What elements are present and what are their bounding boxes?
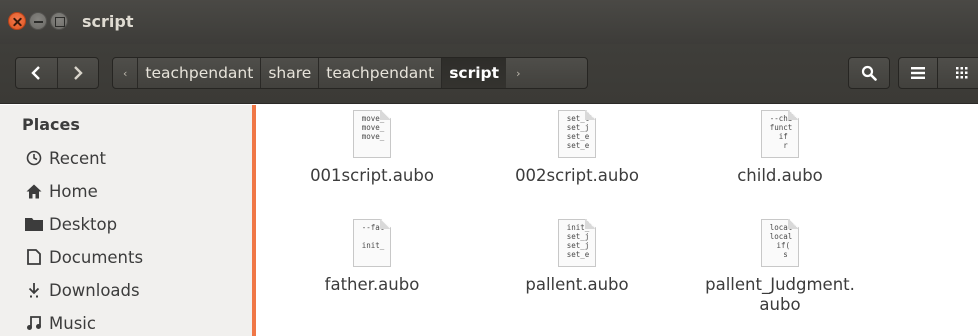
minimize-window-button[interactable] [29, 12, 47, 30]
sidebar-item-label: Home [49, 181, 98, 201]
sidebar-header-places: Places [22, 115, 80, 134]
sidebar-item-desktop[interactable]: Desktop [24, 211, 117, 237]
sidebar-item-recent[interactable]: Recent [24, 145, 106, 171]
file-item-001script[interactable]: move_ move_ move_ 001script.aubo [277, 110, 467, 186]
sidebar-item-label: Recent [49, 148, 107, 168]
search-icon [861, 65, 877, 81]
hamburger-menu-icon [911, 67, 925, 79]
breadcrumb-teachpendant-2[interactable]: teachpendant [318, 58, 441, 88]
file-view: move_ move_ move_ 001script.aubo set_t s… [260, 105, 978, 336]
file-name: pallent_Judgment. aubo [705, 275, 855, 314]
sidebar: Places Recent Home Desktop Documents Dow… [0, 105, 256, 336]
file-name: 001script.aubo [310, 166, 434, 185]
breadcrumb-share[interactable]: share [260, 58, 318, 88]
text-file-icon: move_ move_ move_ [353, 110, 391, 158]
file-item-pallent-judgment[interactable]: local local if( s pallent_Judgment. aubo [685, 219, 875, 315]
grid-icon [956, 67, 968, 79]
maximize-window-button[interactable] [50, 12, 68, 30]
file-name: father.aubo [324, 275, 420, 294]
file-item-002script[interactable]: set_t set_j set_e set_e 002script.aubo [482, 110, 672, 186]
file-item-pallent[interactable]: init_ set_j set_j set_e pallent.aubo [482, 219, 672, 295]
chevron-left-icon [31, 66, 41, 80]
file-name: pallent.aubo [525, 275, 629, 294]
sidebar-item-home[interactable]: Home [24, 178, 98, 204]
sidebar-item-label: Downloads [49, 280, 140, 300]
text-file-icon: init_ set_j set_j set_e [558, 219, 596, 267]
download-icon [24, 281, 44, 299]
folder-icon [24, 215, 44, 233]
sidebar-item-downloads[interactable]: Downloads [24, 277, 140, 303]
document-icon [24, 248, 44, 266]
sidebar-item-label: Music [49, 313, 96, 333]
file-name: child.aubo [737, 166, 823, 185]
sidebar-item-label: Desktop [49, 214, 118, 234]
breadcrumb-teachpendant[interactable]: teachpendant [137, 58, 260, 88]
sidebar-item-music[interactable]: Music [24, 310, 96, 336]
breadcrumb-script[interactable]: script [441, 58, 507, 88]
path-bar: ‹ teachpendant share teachpendant script… [112, 57, 588, 89]
text-file-icon: --fat init_ [353, 219, 391, 267]
home-icon [24, 182, 44, 200]
list-view-button[interactable] [898, 57, 938, 89]
file-item-child[interactable]: --chi funct if r child.aubo [685, 110, 875, 186]
toolbar: ‹ teachpendant share teachpendant script… [0, 44, 978, 104]
text-file-icon: local local if( s [761, 219, 799, 267]
search-button[interactable] [848, 57, 890, 89]
back-button[interactable] [16, 58, 57, 88]
music-icon [24, 314, 44, 332]
navigation-buttons [15, 57, 99, 89]
chevron-right-icon [73, 66, 83, 80]
grid-view-button[interactable] [937, 57, 978, 89]
text-file-icon: set_t set_j set_e set_e [558, 110, 596, 158]
path-scroll-right-button[interactable]: › [506, 58, 530, 88]
forward-button[interactable] [56, 58, 99, 88]
clock-icon [24, 149, 44, 167]
title-bar: script [0, 0, 978, 44]
text-file-icon: --chi funct if r [761, 110, 799, 158]
close-window-button[interactable] [8, 12, 26, 30]
file-item-father[interactable]: --fat init_ father.aubo [277, 219, 467, 295]
sidebar-item-documents[interactable]: Documents [24, 244, 143, 270]
file-name: 002script.aubo [515, 166, 639, 185]
path-scroll-left-button[interactable]: ‹ [113, 58, 137, 88]
sidebar-item-label: Documents [49, 247, 144, 267]
window-title: script [82, 12, 134, 31]
